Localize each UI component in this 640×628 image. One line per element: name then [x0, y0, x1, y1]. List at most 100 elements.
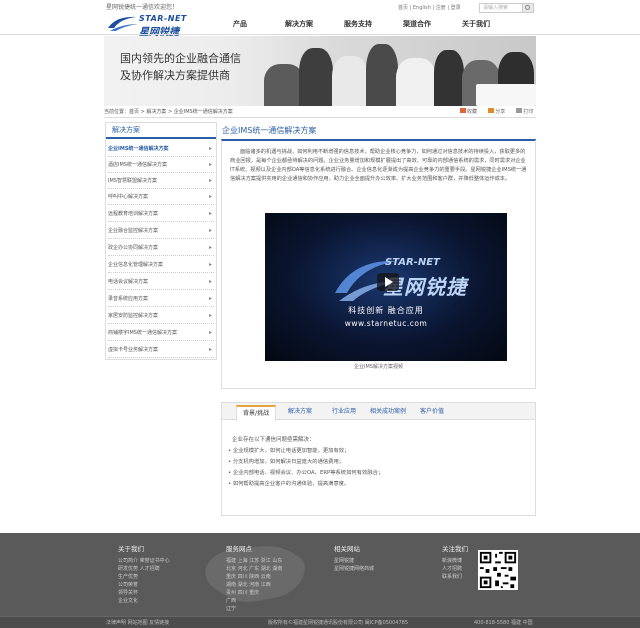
footer-link[interactable]: 新浪微博 [442, 557, 462, 564]
sidebar-item[interactable]: 企业信息化管理解决方案 ▸ [108, 257, 214, 273]
sidebar-item[interactable]: IMS智慧联盟解决方案 ▸ [108, 173, 214, 189]
banner-photo-person [299, 48, 333, 106]
sidebar-item-label: 电话会议解决方案 [108, 279, 149, 285]
play-icon [385, 277, 393, 287]
footer-link[interactable]: 北京 河北 广东 湖北 湖南 [226, 565, 282, 572]
chevron-right-icon: ▸ [208, 329, 212, 336]
logo[interactable]: STAR-NET 星网锐捷 [106, 12, 188, 38]
sidebar-item-label: 远程教育培训解决方案 [108, 211, 159, 217]
collect-icon [460, 108, 466, 113]
footer-link[interactable]: 生产优势 [118, 573, 138, 580]
footer-link[interactable]: 星网锐捷 [334, 557, 354, 564]
footer-hotline: 400-818-5580 福建 中国 [474, 620, 533, 626]
print-link[interactable]: 打印 [523, 109, 533, 115]
banner-photo-person [332, 56, 368, 106]
breadcrumb[interactable]: 当前位置：首页 > 解决方案 > 企业IMS统一通信解决方案 [104, 108, 233, 115]
footer-copyright: 版权所有©福建星网锐捷通讯股份有限公司 闽ICP备05004785 [268, 620, 409, 626]
top-links[interactable]: 首页 | English | 注册 | 登录 [398, 4, 461, 11]
footer-link[interactable]: 贵州 四川 重庆 [226, 589, 259, 596]
chevron-right-icon: ▸ [208, 346, 212, 353]
tab-value[interactable]: 客户价值 [414, 405, 450, 420]
chevron-right-icon: ▸ [208, 227, 212, 234]
print-icon [516, 108, 523, 113]
content-panel: 面临诸多的机遇与挑战，如何利用不断增强的信息技术，帮助企业核心竞争力，如何通过对… [221, 139, 536, 389]
sidebar-item-label: 商铺楼宇IMS统一通信解决方案 [108, 330, 177, 336]
footer-link[interactable]: 研发优势 人才招聘 [118, 565, 160, 572]
footer-link[interactable]: 福建 上海 江苏 浙江 山东 [226, 557, 282, 564]
nav-divider [0, 34, 640, 35]
footer-link[interactable]: 企业文化 [118, 597, 138, 604]
sidebar-item[interactable]: 家居安防监控解决方案 ▸ [108, 308, 214, 324]
sidebar-item[interactable]: 酒店IMS统一通信解决方案 ▸ [108, 157, 214, 173]
footer-link[interactable]: 人才招聘 [442, 565, 462, 572]
share-icon [488, 108, 495, 113]
collect-link[interactable]: 收藏 [467, 109, 477, 115]
search-input[interactable]: 请输入搜索 [479, 3, 523, 13]
footer-links-title: 相关网站 [334, 545, 360, 553]
footer-link[interactable]: 湖南 湖北 河南 江西 [226, 581, 271, 588]
breadcrumb-divider [104, 117, 536, 118]
sidebar-item[interactable]: 电话会议解决方案 ▸ [108, 274, 214, 290]
footer-link[interactable]: 领导关怀 [118, 589, 138, 596]
footer: 关于我们 公司简介 荣誉证书中心 研发优势 人才招聘 生产优势 公司荣誉 领导关… [0, 533, 640, 628]
sidebar-item-label: 虚拟卡号业务解决方案 [108, 347, 159, 353]
footer-link[interactable]: 星网锐捷网络商城 [334, 565, 374, 572]
sidebar-item[interactable]: 商铺楼宇IMS统一通信解决方案 ▸ [108, 325, 214, 341]
sidebar-item-label: 呼叫中心解决方案 [108, 194, 149, 200]
tab-solution[interactable]: 解决方案 [282, 405, 318, 420]
chevron-right-icon: ▸ [208, 177, 212, 184]
sidebar-item[interactable]: 录音系统应用方案 ▸ [108, 291, 214, 307]
sidebar-item-label: 政企办公协同解决方案 [108, 245, 159, 251]
sidebar-item-label: 录音系统应用方案 [108, 296, 149, 302]
chevron-right-icon: ▸ [208, 210, 212, 217]
banner-photo-person [264, 64, 304, 106]
banner: 国内领先的企业融合通信 及协作解决方案提供商 [104, 36, 536, 106]
chevron-right-icon: ▸ [208, 295, 212, 302]
play-button[interactable] [377, 273, 399, 291]
video-logo-en: STAR-NET [385, 257, 440, 268]
banner-headline-2: 及协作解决方案提供商 [120, 69, 230, 82]
footer-link[interactable]: 公司荣誉 [118, 581, 138, 588]
sidebar-item-label: 酒店IMS统一通信解决方案 [108, 162, 167, 168]
video-player[interactable]: STAR-NET 星网锐捷 科技创新 融合应用 www.starnetuc.co… [265, 213, 507, 361]
sidebar-item-label: 企业融合监控解决方案 [108, 228, 159, 234]
tab-cases[interactable]: 相关成功案例 [364, 405, 412, 420]
footer-legal-links[interactable]: 法律声明 网站地图 友情链接 [106, 619, 169, 626]
sidebar-item[interactable]: 呼叫中心解决方案 ▸ [108, 189, 214, 205]
sidebar-title: 解决方案 [106, 123, 216, 139]
nav-item-support[interactable]: 服务支持 [344, 19, 372, 29]
footer-about-title: 关于我们 [118, 545, 144, 553]
list-item-text: 企业规模扩大，如何让电话更加智能，更加有效； [232, 448, 350, 454]
footer-link[interactable]: 联系我们 [442, 573, 462, 580]
footer-link[interactable]: 公司简介 荣誉证书中心 [118, 557, 170, 564]
list-item: • 如何帮助提高企业客户的沟通体验，提高满意度。 [228, 481, 350, 487]
chevron-right-icon: ▸ [208, 312, 212, 319]
sidebar-item[interactable]: 企业IMS统一通信解决方案 ▸ [108, 141, 214, 157]
video-slogan: 科技创新 融合应用 [348, 306, 424, 315]
sidebar-item[interactable]: 虚拟卡号业务解决方案 ▸ [108, 342, 214, 358]
list-item-text: 企业内部电话、视频会议、办公OA、ERP等系统如何有效融合； [232, 470, 384, 476]
list-item: • 企业内部电话、视频会议、办公OA、ERP等系统如何有效融合； [228, 470, 384, 476]
sidebar-item[interactable]: 远程教育培训解决方案 ▸ [108, 206, 214, 222]
footer-link[interactable]: 广西 [226, 597, 236, 604]
nav-item-channel[interactable]: 渠道合作 [403, 19, 431, 29]
footer-link[interactable]: 辽宁 [226, 605, 236, 612]
sidebar-item[interactable]: 政企办公协同解决方案 ▸ [108, 240, 214, 256]
nav-item-about[interactable]: 关于我们 [462, 19, 490, 29]
intro-paragraph: 面临诸多的机遇与挑战，如何利用不断增强的信息技术，帮助企业核心竞争力，如何通过对… [230, 149, 527, 182]
sidebar-item[interactable]: 企业融合监控解决方案 ▸ [108, 223, 214, 239]
tab-panel: 背景/挑战 解决方案 行业应用 相关成功案例 客户价值 企业存在以下通信问题亟需… [221, 402, 536, 516]
nav-item-products[interactable]: 产品 [233, 19, 247, 29]
qr-code-icon [478, 550, 518, 590]
search-button[interactable] [523, 3, 534, 13]
sidebar-item-label: 企业信息化管理解决方案 [108, 262, 164, 268]
search-icon [525, 5, 530, 10]
share-link[interactable]: 分享 [495, 109, 505, 115]
chevron-right-icon: ▸ [208, 161, 212, 168]
logo-swoosh-icon [108, 16, 138, 31]
nav-item-solutions[interactable]: 解决方案 [285, 19, 313, 29]
tab-industry[interactable]: 行业应用 [326, 405, 362, 420]
tab-background[interactable]: 背景/挑战 [236, 405, 277, 421]
sidebar-item-label: 家居安防监控解决方案 [108, 313, 159, 319]
footer-link[interactable]: 重庆 四川 陕西 云南 [226, 573, 271, 580]
